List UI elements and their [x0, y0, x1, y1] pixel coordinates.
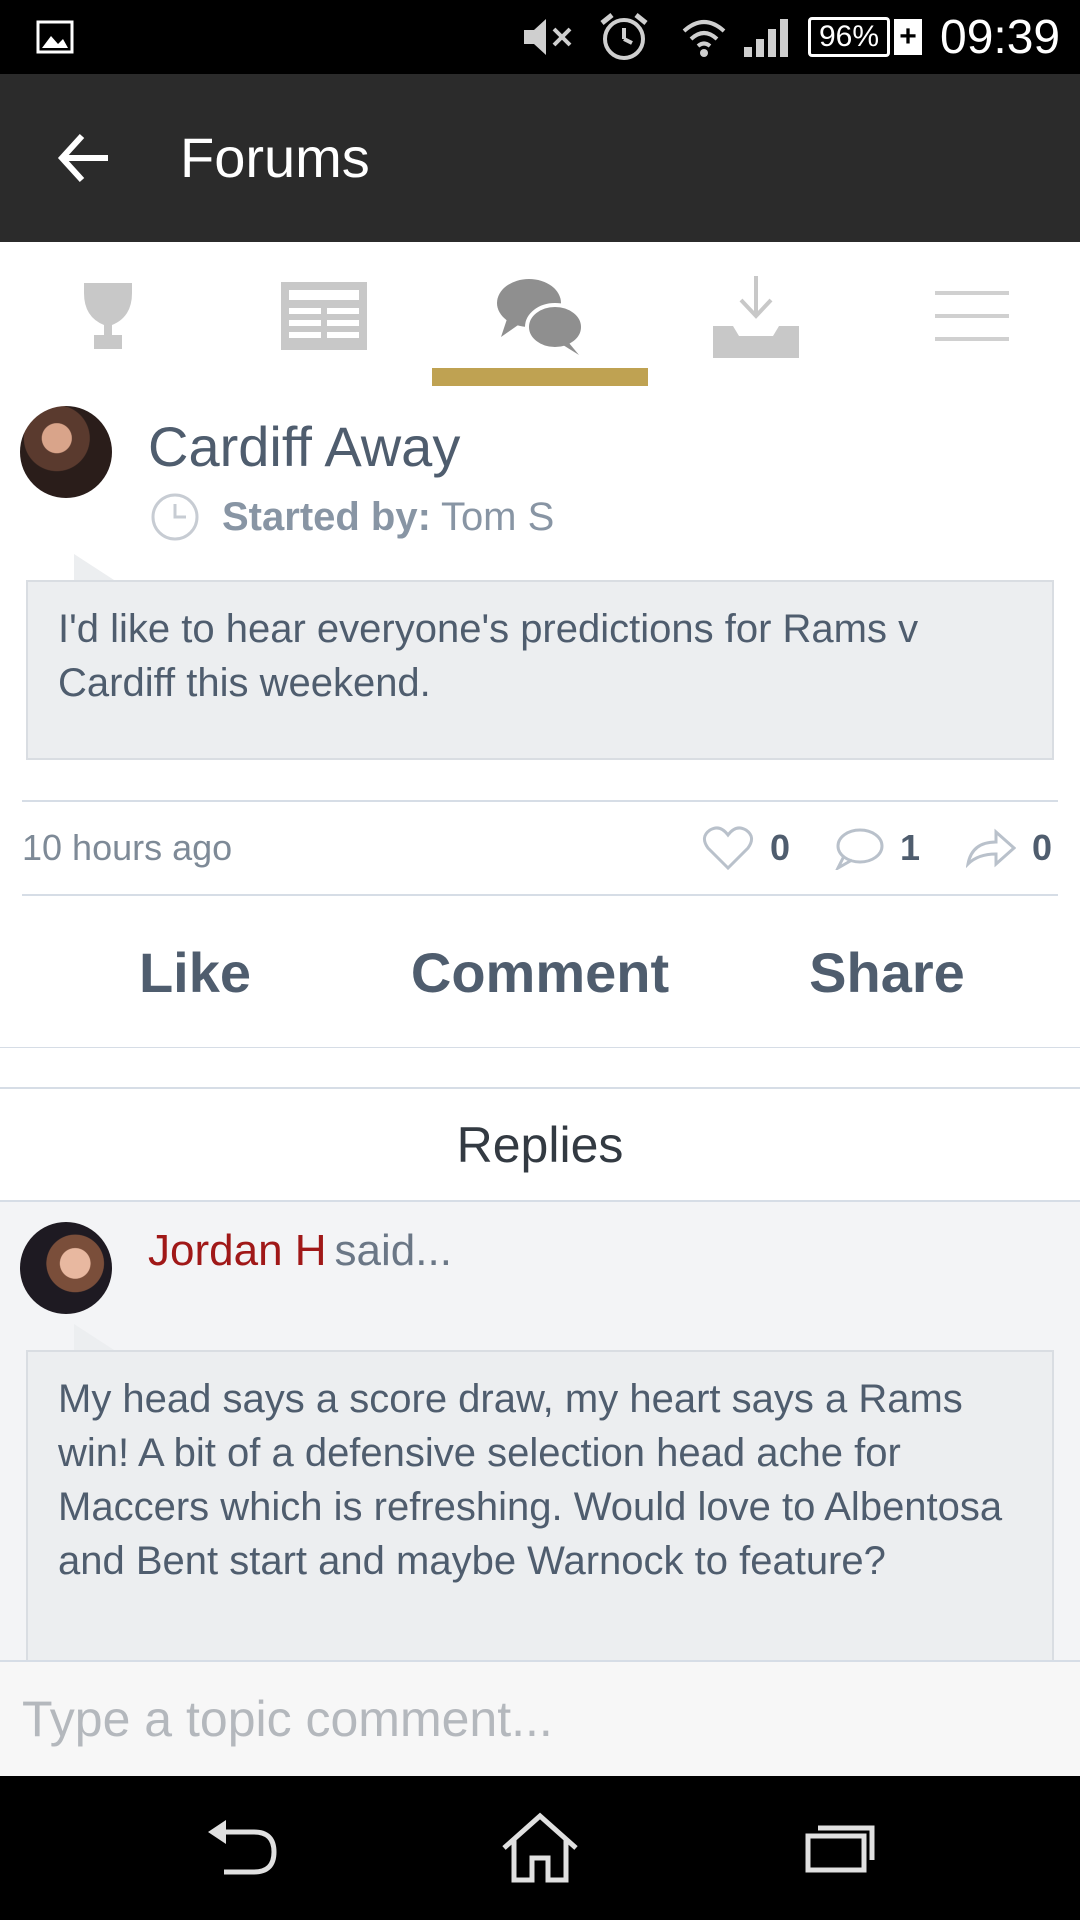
tab-menu[interactable] [864, 242, 1080, 390]
share-button[interactable]: Share [752, 898, 1022, 1048]
menu-icon [935, 291, 1009, 341]
back-arrow-icon [208, 1820, 277, 1875]
divider [0, 1087, 1080, 1089]
news-icon [281, 282, 367, 350]
system-nav-bar [0, 1776, 1080, 1920]
replies-header: Replies [456, 1117, 624, 1173]
battery-level: 96% [808, 17, 891, 57]
tab-trophy[interactable] [0, 242, 216, 390]
share-arrow-icon [966, 828, 1016, 868]
clock-time: 09:39 [940, 10, 1061, 64]
trophy-icon [84, 283, 132, 349]
started-by-label: Started by: [222, 494, 431, 539]
reply-said-label: said... [334, 1226, 452, 1275]
download-tray-icon [713, 276, 799, 358]
nav-back-button[interactable] [142, 1776, 342, 1920]
mute-icon [520, 0, 578, 74]
topic-title: Cardiff Away [148, 415, 461, 478]
recent-apps-icon [805, 1825, 875, 1873]
post-stats: 10 hours ago 0 1 0 [0, 800, 1080, 896]
alarm-icon [598, 0, 650, 74]
avatar[interactable] [20, 1222, 112, 1314]
tab-news[interactable] [216, 242, 432, 390]
comment-count[interactable]: 1 [834, 800, 920, 896]
tab-downloads[interactable] [648, 242, 864, 390]
active-tab-indicator [432, 368, 648, 386]
section-gap [0, 1048, 1080, 1088]
clock-icon [151, 493, 199, 541]
topic-body: I'd like to hear everyone's predictions … [26, 580, 1054, 760]
avatar[interactable] [20, 406, 112, 498]
like-button[interactable]: Like [60, 898, 330, 1048]
back-button[interactable] [50, 118, 130, 198]
wifi-icon [680, 0, 728, 74]
started-by-row: Started by: Tom S [150, 490, 554, 544]
home-icon [502, 1812, 578, 1883]
nav-recent-apps-button[interactable] [740, 1776, 940, 1920]
status-bar: 96% + 09:39 [0, 0, 1080, 74]
share-count[interactable]: 0 [966, 800, 1052, 896]
started-by-name[interactable]: Tom S [441, 495, 554, 540]
arrow-left-icon [57, 133, 108, 183]
gallery-icon [36, 0, 74, 74]
forum-topic-screen: 96% + 09:39 Forums Cardiff Away Started … [0, 0, 1080, 1920]
chat-bubbles-icon [497, 279, 585, 355]
post-timestamp: 10 hours ago [22, 827, 233, 868]
reply-author-name[interactable]: Jordan H [148, 1226, 327, 1275]
comment-button[interactable]: Comment [405, 898, 675, 1048]
speech-bubble-tail [74, 1324, 114, 1350]
speech-bubble-tail [74, 554, 114, 580]
battery-icon: 96% + [808, 0, 923, 74]
post-actions: Like Comment Share [0, 898, 1080, 1048]
comment-input[interactable] [0, 1660, 1080, 1776]
app-toolbar: Forums [0, 74, 1080, 242]
heart-icon [703, 826, 753, 871]
battery-charging-icon: + [894, 19, 923, 55]
reply-body: My head says a score draw, my heart says… [26, 1350, 1054, 1670]
page-title: Forums [180, 126, 370, 189]
reply-author-line: Jordan Hsaid... [148, 1226, 452, 1276]
divider [22, 894, 1058, 896]
comment-bubble-icon [835, 828, 884, 870]
signal-icon [742, 0, 792, 74]
like-count[interactable]: 0 [702, 800, 790, 896]
nav-home-button[interactable] [440, 1776, 640, 1920]
